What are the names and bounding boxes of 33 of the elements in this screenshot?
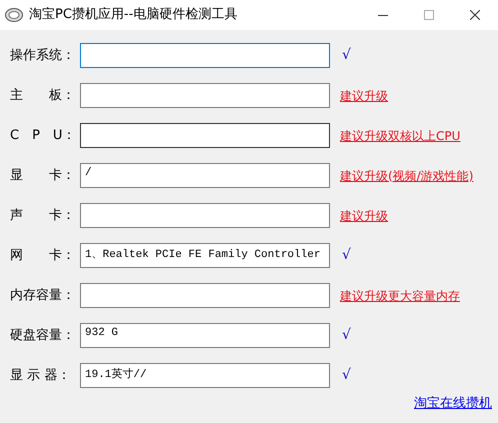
field-label: 操作系统：	[10, 46, 76, 65]
field-label: 硬盘容量：	[10, 326, 76, 345]
field-label: 网 卡：	[10, 246, 76, 265]
upgrade-link[interactable]: 建议升级	[340, 86, 388, 104]
upgrade-link[interactable]: 建议升级更大容量内存	[340, 286, 460, 304]
maximize-icon	[424, 10, 434, 20]
online-build-link[interactable]: 淘宝在线攒机	[414, 394, 492, 414]
input-field[interactable]: 19.1英寸//	[80, 363, 330, 388]
check-mark: √	[342, 366, 351, 385]
upgrade-link[interactable]: 建议升级(视频/游戏性能)	[340, 166, 474, 184]
check-mark: √	[342, 46, 351, 65]
input-field[interactable]	[80, 123, 330, 148]
input-field[interactable]	[80, 283, 330, 308]
field-label: 主 板：	[10, 86, 76, 105]
input-field[interactable]: 932 G	[80, 323, 330, 348]
upgrade-link[interactable]: 建议升级	[340, 206, 388, 224]
field-label: C P U：	[10, 126, 76, 145]
input-field[interactable]	[80, 83, 330, 108]
input-field[interactable]	[80, 203, 330, 228]
input-field[interactable]: 1、Realtek PCIe FE Family Controller	[80, 243, 330, 268]
field-label: 显 卡：	[10, 166, 76, 185]
field-label: 声 卡：	[10, 206, 76, 225]
window-title: 淘宝PC攒机应用--电脑硬件检测工具	[29, 6, 238, 24]
field-label: 显 示 器：	[10, 366, 72, 385]
upgrade-link[interactable]: 建议升级双核以上CPU	[340, 126, 460, 144]
check-mark: √	[342, 246, 351, 265]
input-field[interactable]	[80, 43, 330, 68]
input-field[interactable]: /	[80, 163, 330, 188]
minimize-icon	[378, 14, 388, 16]
check-mark: √	[342, 326, 351, 345]
app-icon	[5, 8, 23, 22]
close-icon	[470, 10, 480, 20]
field-label: 内存容量：	[10, 286, 76, 305]
